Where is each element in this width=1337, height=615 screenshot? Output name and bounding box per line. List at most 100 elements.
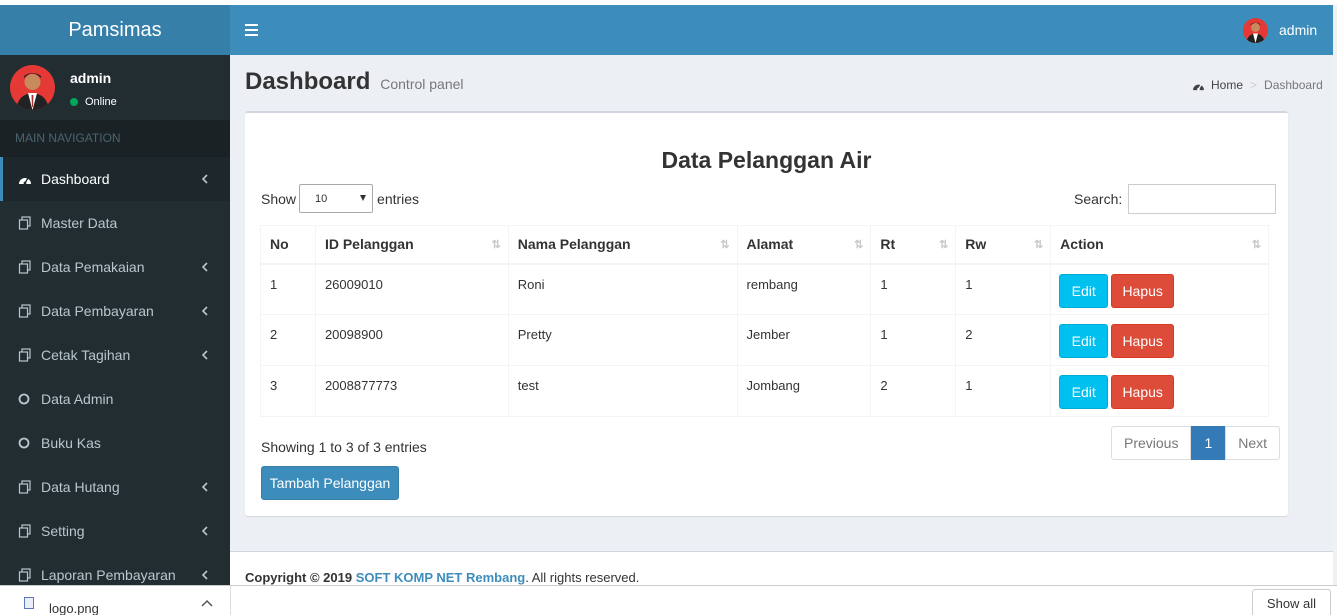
files-icon xyxy=(18,216,32,230)
search-input[interactable] xyxy=(1128,184,1277,214)
cell-nama: Roni xyxy=(507,263,738,315)
cell-no: 3 xyxy=(260,365,316,417)
show-all-button[interactable]: Show all xyxy=(1252,589,1331,615)
sidebar-item-data-admin[interactable]: Data Admin xyxy=(0,377,230,421)
sidebar-item-label: Data Pembayaran xyxy=(41,303,154,319)
box-title: Data Pelanggan Air xyxy=(661,147,872,173)
cell-id: 26009010 xyxy=(314,263,509,315)
circle-icon xyxy=(18,436,32,450)
table-body: 1 26009010 Roni rembang 1 1 Edit Hapus 2 20098900… xyxy=(260,263,1269,417)
footer-company-link[interactable]: SOFT KOMP NET Rembang xyxy=(356,570,526,585)
breadcrumb: Home > Dashboard xyxy=(1192,78,1323,92)
add-customer-button[interactable]: Tambah Pelanggan xyxy=(261,466,399,500)
column-header[interactable]: Alamat ⇅ xyxy=(736,225,872,265)
edit-button[interactable]: Edit xyxy=(1059,273,1109,308)
footer-suffix: . All rights reserved. xyxy=(525,570,640,585)
chevron-left-icon xyxy=(198,172,212,186)
sidebar-item-buku-kas[interactable]: Buku Kas xyxy=(0,421,230,465)
previous-page-button[interactable]: Previous xyxy=(1111,426,1192,460)
dashboard-icon xyxy=(18,172,32,186)
next-page-button[interactable]: Next xyxy=(1225,426,1281,460)
sidebar-item-data-pemakaian[interactable]: Data Pemakaian xyxy=(0,245,230,289)
breadcrumb-separator: > xyxy=(1250,78,1258,92)
sidebar-item-dashboard[interactable]: Dashboard xyxy=(0,157,230,201)
sidebar-item-laporan-pembayaran[interactable]: Laporan Pembayaran xyxy=(0,553,230,585)
sort-icon: ⇅ xyxy=(939,239,948,251)
cell-action: Edit Hapus xyxy=(1050,314,1269,366)
search-control: Search: xyxy=(1074,184,1277,214)
top-header: admin xyxy=(230,5,1333,55)
vertical-scrollbar[interactable] xyxy=(1333,5,1337,580)
edit-button[interactable]: Edit xyxy=(1059,324,1109,358)
sidebar-item-label: Data Admin xyxy=(41,391,114,407)
cell-no: 1 xyxy=(260,263,316,315)
page-1-button[interactable]: 1 xyxy=(1191,426,1226,460)
cell-alamat: Jombang xyxy=(736,365,872,417)
page-subtitle: Control panel xyxy=(380,76,464,92)
online-status-icon xyxy=(70,98,78,106)
files-icon xyxy=(18,524,32,538)
column-header[interactable]: No xyxy=(260,225,316,265)
sort-icon: ⇅ xyxy=(720,239,729,251)
edit-button[interactable]: Edit xyxy=(1059,375,1109,409)
download-bar: logo.png Show all xyxy=(0,585,1337,615)
cell-rw: 1 xyxy=(955,263,1052,315)
header-user-name[interactable]: admin xyxy=(1279,22,1317,38)
sidebar-item-data-hutang[interactable]: Data Hutang xyxy=(0,465,230,509)
files-icon xyxy=(18,480,32,494)
app-logo[interactable]: Pamsimas xyxy=(0,5,230,55)
chevron-left-icon xyxy=(198,260,212,274)
entries-label: entries xyxy=(377,190,420,207)
sidebar-item-data-pembayaran[interactable]: Data Pembayaran xyxy=(0,289,230,333)
sidebar-item-cetak-tagihan[interactable]: Cetak Tagihan xyxy=(0,333,230,377)
column-header-label: Nama Pelanggan xyxy=(517,236,631,253)
delete-button[interactable]: Hapus xyxy=(1111,273,1175,308)
search-label: Search: xyxy=(1074,191,1123,207)
chevron-left-icon xyxy=(198,568,212,582)
breadcrumb-current: Dashboard xyxy=(1264,78,1323,92)
cell-nama: test xyxy=(507,365,738,417)
column-header[interactable]: Rt ⇅ xyxy=(870,225,957,265)
entries-select[interactable]: 10 xyxy=(299,184,374,213)
content-header: Dashboard Control panel xyxy=(245,68,464,96)
entries-length-control: Show 10 entries xyxy=(261,184,419,213)
cell-rw: 2 xyxy=(955,314,1052,366)
sidebar-item-master-data[interactable]: Master Data xyxy=(0,201,230,245)
chevron-left-icon xyxy=(198,348,212,362)
sidebar-nav: Dashboard Master Data Data Pemakaian Data P… xyxy=(0,157,230,585)
column-header-label: Rt xyxy=(880,236,896,253)
menu-toggle-icon[interactable] xyxy=(245,24,258,39)
sidebar-item-label: Buku Kas xyxy=(41,435,101,451)
user-status-label: Online xyxy=(85,96,117,108)
sidebar-item-setting[interactable]: Setting xyxy=(0,509,230,553)
column-header[interactable]: Rw ⇅ xyxy=(955,225,1052,265)
chevron-up-icon[interactable] xyxy=(201,599,213,607)
delete-button[interactable]: Hapus xyxy=(1111,324,1175,358)
sidebar-item-label: Master Data xyxy=(41,215,118,231)
sort-icon: ⇅ xyxy=(854,239,863,251)
table-info: Showing 1 to 3 of 3 entries xyxy=(261,439,427,455)
sort-icon: ⇅ xyxy=(1033,239,1043,251)
sort-icon: ⇅ xyxy=(491,239,501,251)
sidebar-item-label: Setting xyxy=(41,523,85,539)
column-header[interactable]: Nama Pelanggan ⇅ xyxy=(507,225,738,265)
sidebar-item-label: Dashboard xyxy=(41,171,110,187)
column-header-label: No xyxy=(270,236,289,253)
user-status: Online xyxy=(70,96,117,108)
cell-alamat: rembang xyxy=(736,263,872,315)
breadcrumb-home[interactable]: Home xyxy=(1211,78,1243,92)
cell-rt: 2 xyxy=(870,365,957,417)
caret-down-icon xyxy=(360,195,367,201)
column-header[interactable]: Action ⇅ xyxy=(1050,225,1269,265)
circle-icon xyxy=(18,392,32,406)
table-row: 1 26009010 Roni rembang 1 1 Edit Hapus xyxy=(260,263,1269,315)
footer: Copyright © 2019 SOFT KOMP NET Rembang. … xyxy=(230,551,1333,585)
sidebar-item-label: Data Pemakaian xyxy=(41,259,145,275)
column-header[interactable]: ID Pelanggan ⇅ xyxy=(314,225,509,265)
column-header-label: ID Pelanggan xyxy=(324,236,414,253)
download-item[interactable]: logo.png xyxy=(0,586,231,615)
cell-id: 2008877773 xyxy=(314,365,509,417)
chevron-left-icon xyxy=(198,524,212,538)
header-user-avatar[interactable] xyxy=(1243,18,1268,43)
delete-button[interactable]: Hapus xyxy=(1111,375,1175,409)
